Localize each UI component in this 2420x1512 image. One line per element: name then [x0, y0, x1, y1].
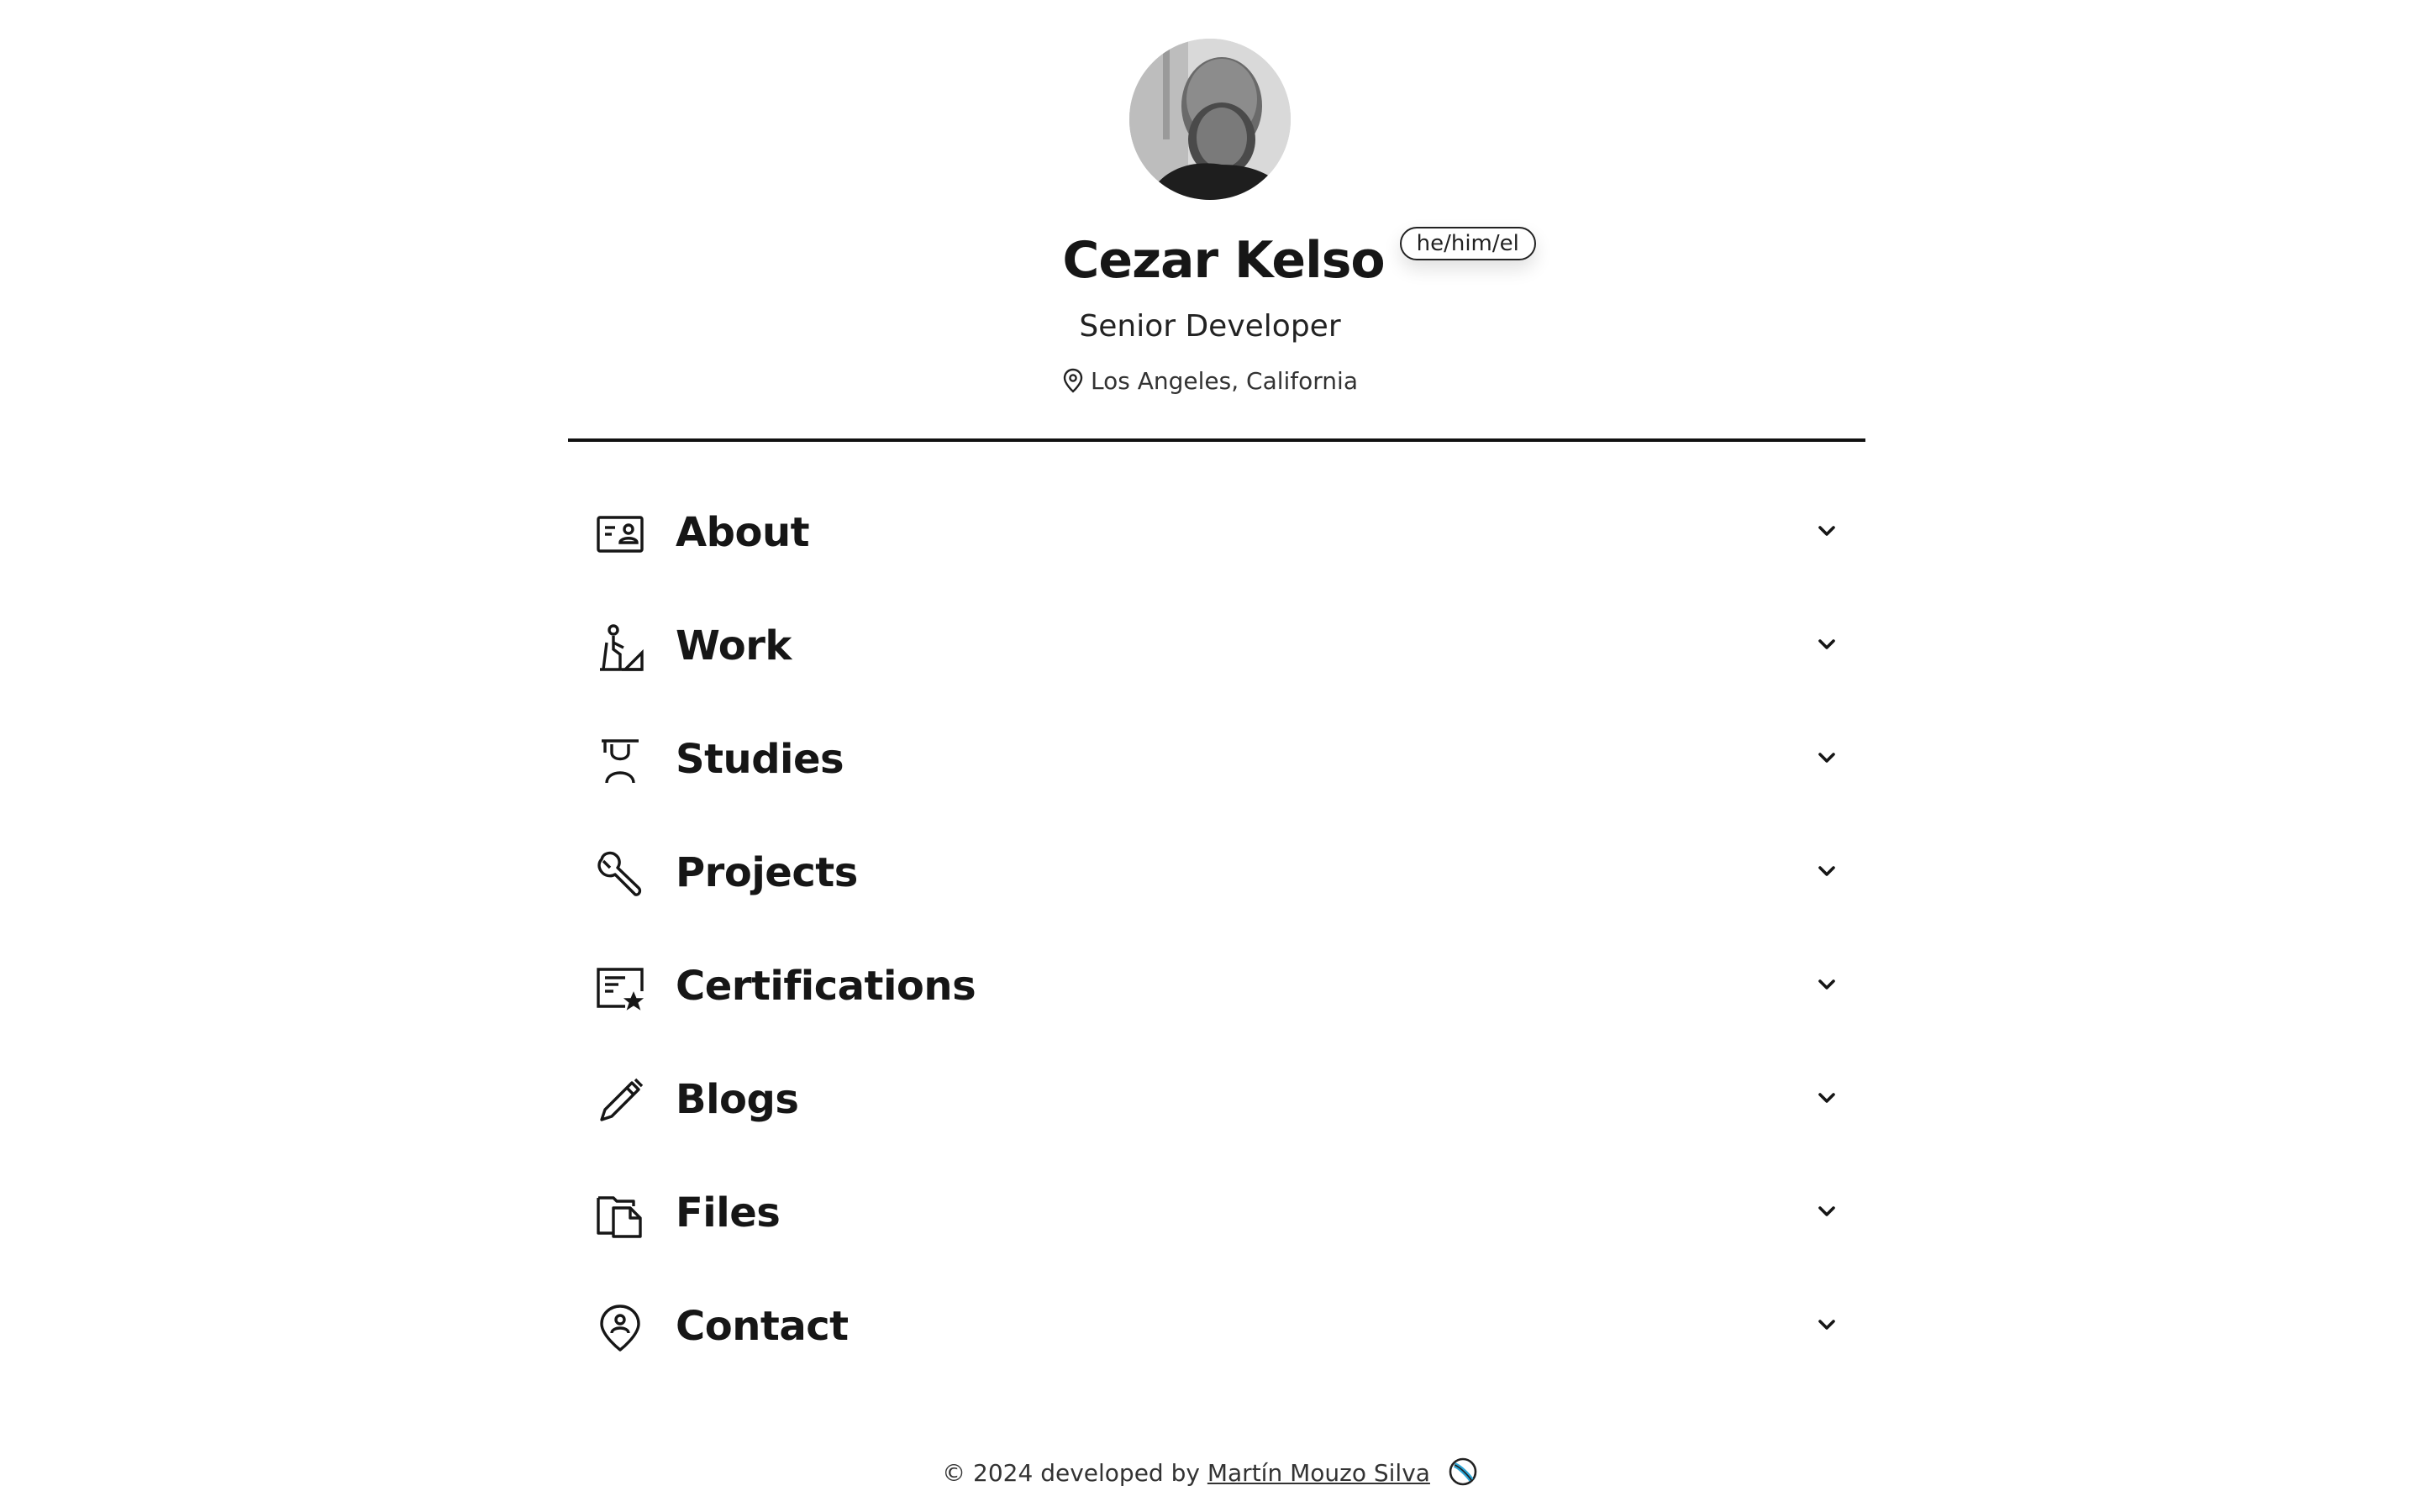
certificate-icon [595, 963, 645, 1013]
chevron-down-icon[interactable] [1815, 859, 1839, 883]
section-label: About [676, 509, 810, 556]
section-about[interactable]: About [568, 475, 1865, 589]
globe-icon [1448, 1457, 1478, 1496]
pronouns-badge: he/him/el [1399, 227, 1536, 260]
chevron-down-icon[interactable] [1815, 746, 1839, 769]
footer: © 2024 developed by Martín Mouzo Silva [0, 1457, 2420, 1496]
chevron-down-icon[interactable] [1815, 519, 1839, 543]
section-projects[interactable]: Projects [568, 816, 1865, 929]
chevron-down-icon[interactable] [1815, 1086, 1839, 1110]
section-label: Projects [676, 849, 858, 896]
worker-icon [595, 622, 645, 673]
wrench-icon [595, 849, 645, 900]
section-label: Files [676, 1189, 781, 1236]
divider [568, 438, 1865, 442]
avatar [1129, 39, 1291, 200]
section-studies[interactable]: Studies [568, 702, 1865, 816]
files-icon [595, 1189, 645, 1240]
section-work[interactable]: Work [568, 589, 1865, 702]
section-label: Work [676, 622, 792, 669]
section-certifications[interactable]: Certifications [568, 929, 1865, 1042]
section-contact[interactable]: Contact [568, 1269, 1865, 1383]
section-label: Certifications [676, 963, 976, 1010]
section-label: Contact [676, 1303, 849, 1350]
map-pin-icon [1062, 368, 1084, 402]
id-card-icon [595, 509, 645, 559]
footer-copyright: © 2024 developed by [942, 1459, 1200, 1487]
section-label: Studies [676, 736, 844, 783]
pencil-icon [595, 1076, 645, 1126]
contact-pin-icon [595, 1303, 645, 1353]
chevron-down-icon[interactable] [1815, 1200, 1839, 1223]
chevron-down-icon[interactable] [1815, 633, 1839, 656]
profile-name: Cezar Kelso [1062, 231, 1385, 290]
section-files[interactable]: Files [568, 1156, 1865, 1269]
section-blogs[interactable]: Blogs [568, 1042, 1865, 1156]
location: Los Angeles, California [0, 365, 2420, 402]
author-link[interactable]: Martín Mouzo Silva [1207, 1459, 1430, 1487]
job-title: Senior Developer [1079, 309, 1341, 344]
portfolio-page: Cezar Kelso he/him/el Senior Developer L… [0, 0, 2420, 1512]
location-text: Los Angeles, California [1091, 367, 1358, 395]
section-label: Blogs [676, 1076, 799, 1123]
name-row: Cezar Kelso he/him/el [0, 227, 2420, 302]
student-icon [595, 736, 645, 786]
sections-accordion: About Work Studies Projects Certificatio… [568, 475, 1865, 1383]
chevron-down-icon[interactable] [1815, 1313, 1839, 1336]
chevron-down-icon[interactable] [1815, 973, 1839, 996]
